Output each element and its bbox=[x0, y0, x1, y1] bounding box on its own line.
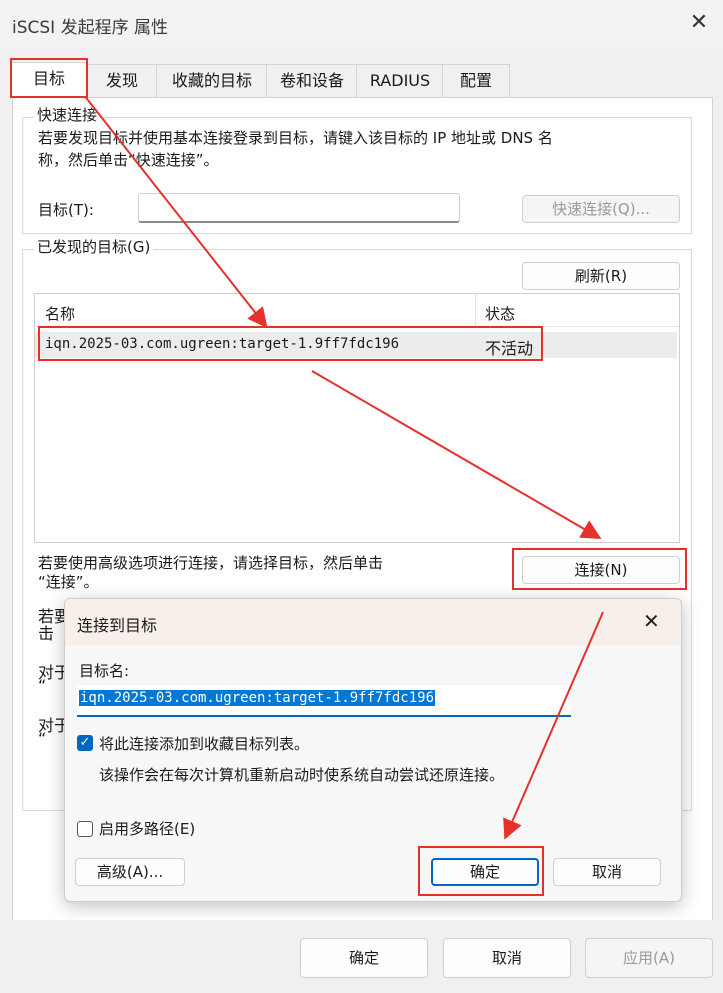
annotation-box-ok bbox=[418, 846, 544, 896]
tab-radius[interactable]: RADIUS bbox=[356, 64, 444, 97]
window-titlebar: iSCSI 发起程序 属性 ✕ bbox=[0, 0, 723, 48]
dialog-cancel-button[interactable]: 取消 bbox=[553, 858, 661, 886]
discovered-targets-legend: 已发现的目标(G) bbox=[34, 236, 154, 257]
add-favorite-checkbox[interactable]: ✓ bbox=[77, 735, 93, 751]
annotation-box-tab bbox=[10, 58, 88, 98]
tab-configuration[interactable]: 配置 bbox=[442, 64, 510, 97]
dialog-close-icon[interactable]: ✕ bbox=[643, 609, 660, 633]
multipath-checkbox[interactable] bbox=[77, 821, 93, 837]
close-icon[interactable]: ✕ bbox=[688, 12, 710, 34]
annotation-box-connect bbox=[512, 548, 687, 590]
refresh-button[interactable]: 刷新(R) bbox=[522, 262, 680, 290]
tab-favorite-targets[interactable]: 收藏的目标 bbox=[156, 64, 268, 97]
target-name-label: 目标名: bbox=[79, 662, 130, 680]
multipath-label[interactable]: 启用多路径(E) bbox=[99, 818, 195, 839]
target-name-selected-text: iqn.2025-03.com.ugreen:target-1.9ff7fdc1… bbox=[79, 690, 436, 706]
add-favorite-label[interactable]: 将此连接添加到收藏目标列表。 bbox=[99, 733, 309, 754]
hidden-text-fragment: “ bbox=[38, 676, 47, 695]
hidden-text-fragment: 击 bbox=[38, 624, 55, 643]
advanced-connect-desc: 若要使用高级选项进行连接，请选择目标，然后单击 “连接”。 bbox=[38, 554, 384, 591]
dialog-title: 连接到目标 bbox=[77, 616, 158, 635]
dialog-titlebar: 连接到目标 ✕ bbox=[65, 599, 681, 645]
column-status[interactable]: 状态 bbox=[485, 303, 515, 324]
footer-apply-button[interactable]: 应用(A) bbox=[585, 938, 713, 978]
footer-ok-button[interactable]: 确定 bbox=[300, 938, 428, 978]
quick-connect-legend: 快速连接 bbox=[34, 104, 101, 125]
quick-connect-button[interactable]: 快速连接(Q)... bbox=[522, 195, 680, 223]
column-name[interactable]: 名称 bbox=[45, 303, 75, 324]
annotation-box-target-row bbox=[38, 326, 543, 361]
quick-connect-desc: 若要发现目标并使用基本连接登录到目标，请键入该目标的 IP 地址或 DNS 名 … bbox=[38, 129, 553, 169]
advanced-button[interactable]: 高级(A)... bbox=[75, 858, 185, 886]
target-input[interactable] bbox=[138, 193, 460, 223]
target-label: 目标(T): bbox=[38, 201, 94, 219]
connect-to-target-dialog: 连接到目标 ✕ 目标名: iqn.2025-03.com.ugreen:targ… bbox=[64, 598, 682, 902]
target-name-input[interactable]: iqn.2025-03.com.ugreen:target-1.9ff7fdc1… bbox=[77, 685, 571, 717]
hidden-text-fragment: “ bbox=[38, 729, 47, 748]
tab-discovery[interactable]: 发现 bbox=[86, 64, 158, 97]
footer-cancel-button[interactable]: 取消 bbox=[443, 938, 571, 978]
add-favorite-note: 该操作会在每次计算机重新启动时使系统自动尝试还原连接。 bbox=[99, 766, 505, 784]
list-header: 名称 状态 bbox=[35, 294, 679, 327]
window-title: iSCSI 发起程序 属性 bbox=[12, 18, 168, 38]
tab-volumes-devices[interactable]: 卷和设备 bbox=[266, 64, 358, 97]
